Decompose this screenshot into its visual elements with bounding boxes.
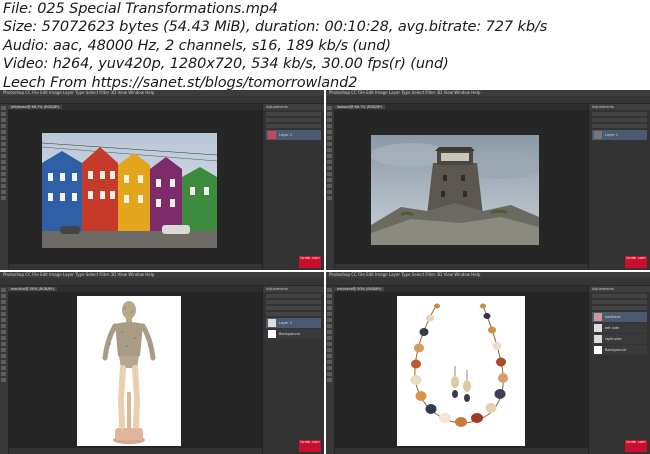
doc-tab[interactable]: jellybean@ 66.7% (RGB/8*)	[8, 105, 63, 109]
panel-title: Adjustments	[589, 104, 650, 110]
photo-stone-tower	[371, 135, 539, 245]
ps-status-bar	[335, 448, 588, 454]
layer-row[interactable]: Background	[266, 329, 321, 339]
info-video: Video: h264, yuv420p, 1280x720, 534 kb/s…	[3, 56, 449, 73]
layer-row[interactable]: Background	[592, 345, 647, 355]
panel-title: Adjustments	[263, 286, 324, 292]
lynda-watermark: lynda .com	[299, 440, 321, 452]
ps-canvas	[9, 110, 262, 264]
thumbnail-4[interactable]: Photoshop CC File Edit Image Layer Type …	[326, 272, 650, 454]
doc-tab[interactable]: lookout@ 66.7% (RGB/8*)	[334, 105, 386, 109]
panel-title: Adjustments	[263, 104, 324, 110]
grid-separator-vertical	[324, 90, 326, 454]
ps-toolbar	[326, 286, 335, 454]
photo-colorful-houses	[42, 133, 217, 248]
ps-toolbar	[0, 104, 9, 270]
video-info-block: File: 025 Special Transformations.mp4 Si…	[3, 0, 643, 92]
ps-status-bar	[9, 448, 262, 454]
info-file: File: 025 Special Transformations.mp4	[3, 1, 279, 17]
layer-row[interactable]: Layer 1	[266, 130, 321, 140]
layer-row[interactable]: Layer 1	[266, 318, 321, 328]
info-size: Size: 57072623 bytes (54.43 MiB), durati…	[3, 19, 548, 36]
layer-row[interactable]: left side	[592, 323, 647, 333]
lynda-watermark: lynda .com	[625, 440, 647, 452]
ps-options-bar	[0, 278, 324, 286]
ps-layers-panel: Adjustments Layer 1	[588, 104, 650, 270]
ps-canvas	[335, 110, 588, 264]
lynda-watermark: lynda .com	[299, 256, 321, 268]
thumbnail-1[interactable]: Photoshop CC File Edit Image Layer Type …	[0, 90, 324, 270]
info-audio: Audio: aac, 48000 Hz, 2 channels, s16, 1…	[3, 37, 391, 54]
ps-options-bar	[0, 96, 324, 104]
ps-layers-panel: Adjustments Layer 1 Background	[262, 286, 324, 454]
lynda-watermark: lynda .com	[625, 256, 647, 268]
ps-options-bar	[326, 278, 650, 286]
doc-tab[interactable]: manikin@ 50% (RGB/8*)	[8, 287, 57, 291]
thumbnail-2[interactable]: Photoshop CC File Edit Image Layer Type …	[326, 90, 650, 270]
panel-title: Adjustments	[589, 286, 650, 292]
photo-wooden-manikin	[77, 296, 181, 446]
ps-options-bar	[326, 96, 650, 104]
grid-separator-horizontal	[0, 270, 650, 272]
layer-row[interactable]: Layer 1	[592, 130, 647, 140]
ps-canvas	[335, 292, 588, 448]
ps-toolbar	[0, 286, 9, 454]
ps-canvas	[9, 292, 262, 448]
thumbnail-3[interactable]: Photoshop CC File Edit Image Layer Type …	[0, 272, 324, 454]
layer-row[interactable]: right side	[592, 334, 647, 344]
ps-toolbar	[326, 104, 335, 270]
doc-tab[interactable]: necklace@ 50% (RGB/8*)	[334, 287, 385, 291]
ps-layers-panel: Adjustments necklace left side right sid…	[588, 286, 650, 454]
ps-layers-panel: Adjustments Layer 1	[262, 104, 324, 270]
layer-row[interactable]: necklace	[592, 312, 647, 322]
photo-gem-necklace	[397, 296, 525, 446]
